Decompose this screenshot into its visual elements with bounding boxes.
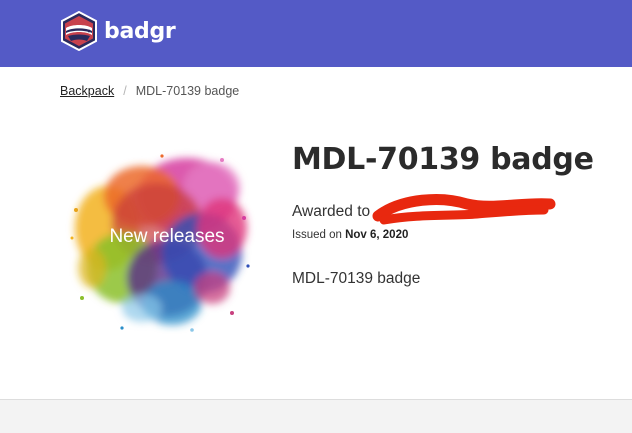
awarded-to-label: Awarded to xyxy=(292,203,371,220)
badge-description: MDL-70139 badge xyxy=(292,270,421,287)
breadcrumb-current: MDL-70139 badge xyxy=(135,84,240,98)
brand-home-link[interactable]: badgr xyxy=(60,11,176,51)
page-footer xyxy=(0,399,632,433)
top-navigation-bar: badgr xyxy=(0,0,632,67)
issued-date: Nov 6, 2020 xyxy=(345,229,409,241)
badge-title: MDL-70139 badge xyxy=(292,142,594,177)
breadcrumb-backpack-link[interactable]: Backpack xyxy=(60,84,114,98)
breadcrumb: Backpack / MDL-70139 badge xyxy=(60,84,239,98)
issued-on-text: Issued on Nov 6, 2020 xyxy=(292,229,408,241)
breadcrumb-separator: / xyxy=(123,84,127,98)
badge-image: New releases xyxy=(62,148,262,338)
badge-image-caption: New releases xyxy=(109,226,224,247)
awarded-to-text: Awarded to xyxy=(292,203,370,221)
redaction-scribble xyxy=(372,194,556,225)
badgr-badger-logo-icon xyxy=(60,11,98,51)
issued-on-label: Issued on xyxy=(292,229,342,241)
brand-name: badgr xyxy=(104,18,176,44)
